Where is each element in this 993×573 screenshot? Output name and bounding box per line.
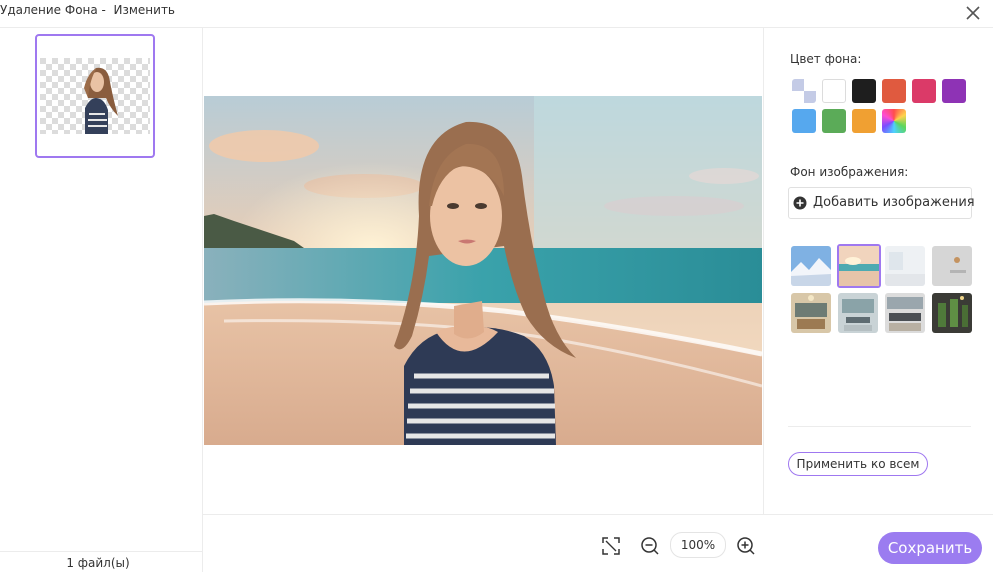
bg-color-transparent[interactable]: [792, 79, 816, 103]
file-count: 1 файл(ы): [66, 556, 130, 570]
plants-thumbnail: [932, 293, 972, 333]
zoom-in-button[interactable]: [735, 535, 757, 557]
bg-color-orange[interactable]: [852, 109, 876, 133]
plus-circle-icon: [793, 196, 807, 210]
meeting-room-thumbnail: [838, 293, 878, 333]
bg-image-beach-sunset[interactable]: [837, 244, 881, 288]
bg-color-custom[interactable]: [882, 109, 906, 133]
snowy-mountains-thumbnail: [791, 246, 831, 286]
bg-color-blue[interactable]: [792, 109, 816, 133]
transparent-pattern-icon: [792, 79, 816, 103]
bg-image-label: Фон изображения:: [790, 165, 909, 179]
bg-image-meeting-room[interactable]: [838, 293, 878, 333]
settings-panel: Цвет фона: Фон изображения: Добавить изо…: [763, 28, 993, 514]
bg-color-black[interactable]: [852, 79, 876, 103]
beach-sunset-thumbnail: [839, 246, 879, 286]
bg-color-pink[interactable]: [912, 79, 936, 103]
file-thumbnail[interactable]: [35, 34, 155, 158]
close-button[interactable]: [963, 3, 983, 23]
bg-color-label: Цвет фона:: [790, 52, 862, 66]
fit-screen-icon: [602, 537, 620, 555]
left-footer: 1 файл(ы): [0, 551, 202, 572]
add-image-label: Добавить изображения: [813, 195, 975, 210]
file-thumbnail-image: [40, 58, 150, 134]
window-title: Удаление Фона - Изменить: [0, 3, 176, 17]
kitchen-thumbnail: [885, 293, 925, 333]
zoom-out-icon: [641, 537, 659, 555]
bg-image-snowy-mountains[interactable]: [791, 246, 831, 286]
title-bar: Удаление Фона - Изменить: [0, 0, 993, 28]
bg-color-green[interactable]: [822, 109, 846, 133]
bg-image-white-room[interactable]: [885, 246, 925, 286]
office-thumbnail: [791, 293, 831, 333]
zoom-out-button[interactable]: [639, 535, 661, 557]
bg-color-purple[interactable]: [942, 79, 966, 103]
grey-wall-thumbnail: [932, 246, 972, 286]
bg-image-grey-wall[interactable]: [932, 246, 972, 286]
bg-image-plants[interactable]: [932, 293, 972, 333]
preview-image: [204, 96, 762, 445]
panel-divider: [788, 426, 971, 427]
bottom-toolbar: 100% Сохранить: [203, 514, 993, 573]
file-list-panel: 1 файл(ы): [0, 28, 203, 572]
bg-color-white[interactable]: [822, 79, 846, 103]
bg-image-kitchen[interactable]: [885, 293, 925, 333]
close-icon: [966, 6, 980, 20]
bg-image-office[interactable]: [791, 293, 831, 333]
save-button[interactable]: Сохранить: [878, 532, 982, 564]
bg-color-red[interactable]: [882, 79, 906, 103]
fit-screen-button[interactable]: [600, 535, 622, 557]
add-image-button[interactable]: Добавить изображения: [788, 187, 975, 219]
canvas-area: [203, 28, 763, 514]
apply-to-all-button[interactable]: Применить ко всем: [788, 452, 928, 476]
white-room-thumbnail: [885, 246, 925, 286]
zoom-in-icon: [737, 537, 755, 555]
zoom-level: 100%: [670, 532, 726, 558]
